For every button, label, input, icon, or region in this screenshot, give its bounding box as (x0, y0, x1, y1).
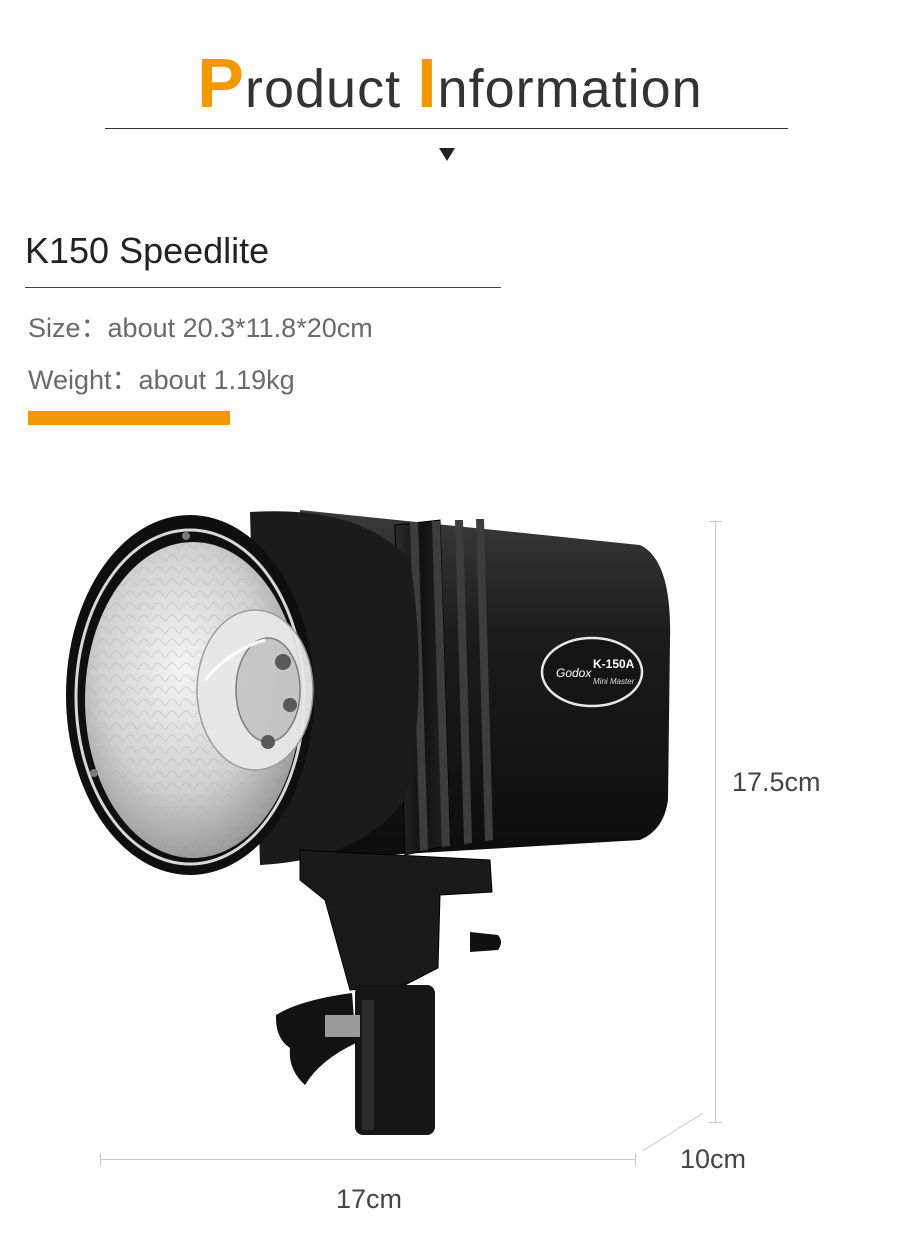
title-divider (105, 128, 788, 129)
height-dimension-cap-top (709, 521, 722, 522)
badge-sub-text: Mini Master (593, 677, 635, 686)
spec-weight-separator: ： (111, 365, 139, 395)
spec-size-value: about 20.3*11.8*20cm (107, 313, 373, 343)
product-name-divider (25, 287, 501, 288)
spec-weight: Weight：about 1.19kg (28, 358, 295, 397)
title-text-roduct: roduct (245, 59, 418, 119)
page-title: Product Information (0, 48, 900, 120)
height-dimension-cap-bottom (709, 1122, 722, 1123)
lock-knob (275, 993, 356, 1085)
width-dimension-cap-right (635, 1153, 636, 1166)
title-text-nformation: nformation (437, 59, 703, 119)
height-dimension-line (715, 521, 716, 1123)
spec-size: Size：about 20.3*11.8*20cm (28, 306, 373, 345)
badge-brand-text: Godox (556, 666, 592, 680)
flash-tube (196, 609, 314, 771)
height-dimension-label: 17.5cm (732, 767, 821, 797)
spec-size-label: Size (28, 313, 81, 343)
badge-model-text: K-150A (593, 657, 635, 671)
width-dimension-line (100, 1159, 635, 1160)
triangle-down-icon (439, 148, 455, 161)
tilt-knob (470, 932, 501, 952)
spec-weight-value: about 1.19kg (138, 365, 295, 395)
spec-weight-label: Weight (28, 365, 112, 395)
title-initial-i: I (417, 44, 438, 122)
product-name: K150 Speedlite (25, 230, 270, 271)
spec-size-separator: ： (80, 313, 108, 343)
depth-dimension-label: 10cm (680, 1144, 747, 1174)
product-image: Godox K-150A Mini Master (66, 510, 671, 1135)
width-dimension-cap-left (100, 1153, 101, 1166)
mount-bracket (299, 849, 493, 991)
accent-bar (28, 411, 230, 425)
title-initial-p: P (197, 44, 245, 122)
width-dimension-label: 17cm (336, 1184, 403, 1214)
